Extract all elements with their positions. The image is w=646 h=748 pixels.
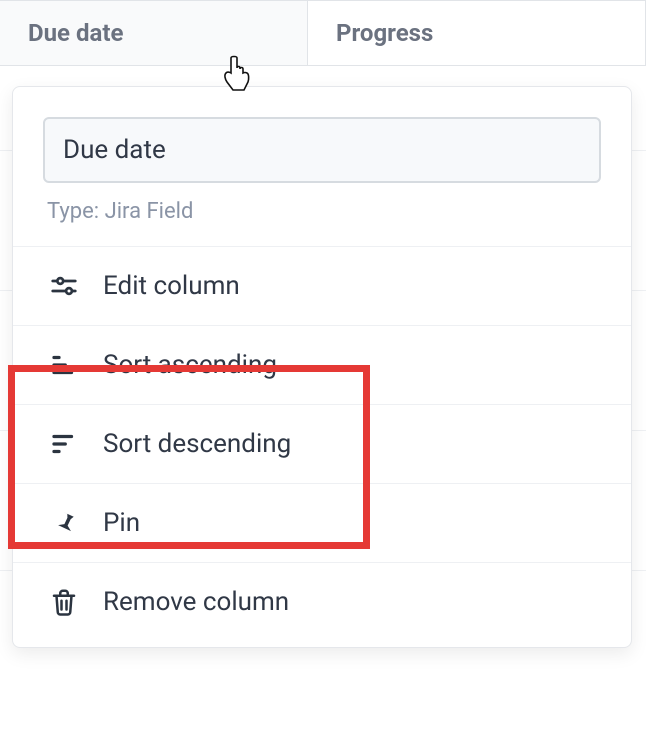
menu-remove-column[interactable]: Remove column — [13, 562, 631, 641]
column-context-menu: Type: Jira Field Edit column — [12, 86, 632, 648]
table-header-row: Due date Progress — [0, 0, 646, 66]
menu-item-label: Remove column — [103, 587, 289, 617]
menu-edit-column[interactable]: Edit column — [13, 246, 631, 325]
menu-item-label: Sort descending — [103, 429, 291, 459]
menu-list: Edit column Sort ascending Sort desc — [13, 246, 631, 641]
menu-pin[interactable]: Pin — [13, 483, 631, 562]
field-type-label: Type: Jira Field — [13, 191, 631, 246]
menu-item-label: Sort ascending — [103, 350, 277, 380]
trash-icon — [47, 585, 81, 619]
column-name-input[interactable] — [43, 117, 601, 183]
menu-item-label: Edit column — [103, 271, 240, 301]
menu-sort-ascending[interactable]: Sort ascending — [13, 325, 631, 404]
column-header-due-date[interactable]: Due date — [0, 1, 308, 65]
column-header-progress[interactable]: Progress — [308, 1, 646, 65]
pin-icon — [47, 506, 81, 540]
menu-item-label: Pin — [103, 508, 140, 538]
sort-desc-icon — [47, 427, 81, 461]
sort-asc-icon — [47, 348, 81, 382]
sliders-icon — [47, 269, 81, 303]
menu-sort-descending[interactable]: Sort descending — [13, 404, 631, 483]
